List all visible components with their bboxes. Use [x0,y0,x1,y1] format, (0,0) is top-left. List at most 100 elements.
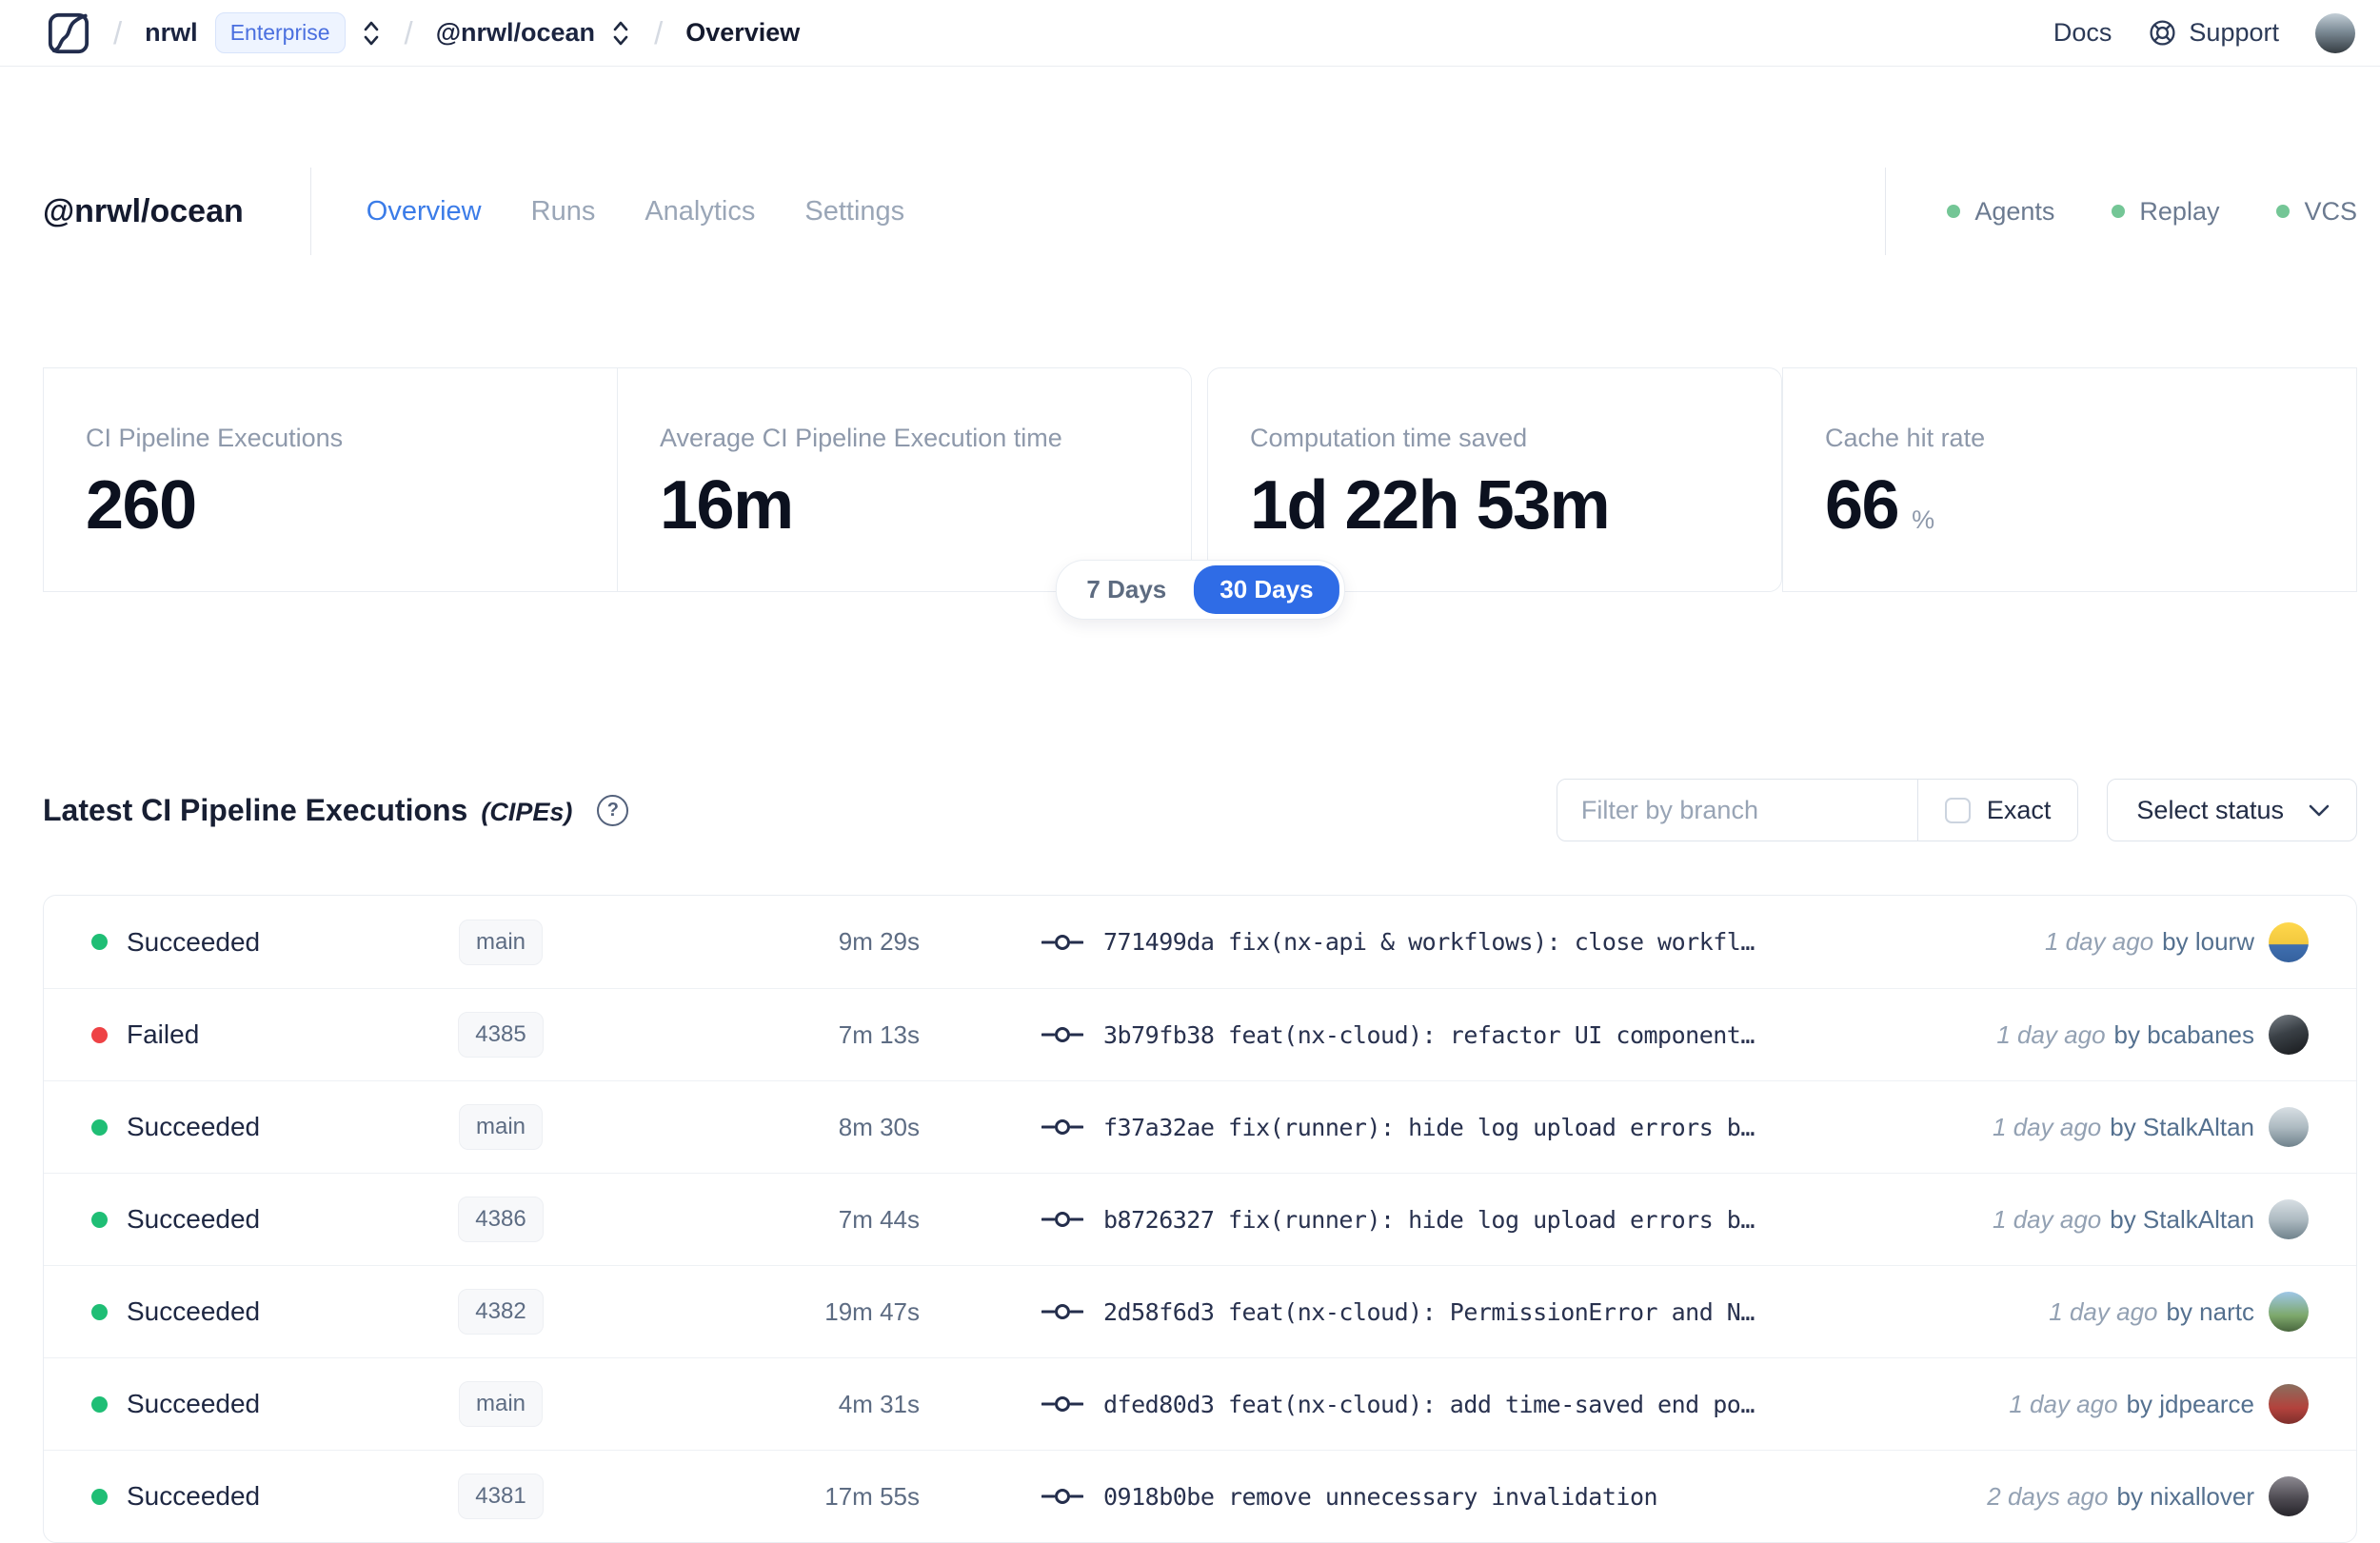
exact-label: Exact [1986,795,2052,824]
stats-section: CI Pipeline Executions 260 Average CI Pi… [43,367,2357,620]
git-commit-icon [1041,1023,1083,1046]
executions-title-abbr: (CIPEs) [481,797,573,826]
author-cell: 1 day ago by lourw [2045,921,2309,962]
user-avatar[interactable] [2315,12,2355,53]
divider [1885,168,1887,255]
breadcrumb-separator: / [113,14,123,50]
status-label: Succeeded [127,1112,261,1141]
workspace-switcher-icon[interactable] [610,18,631,49]
execution-status: Succeeded [91,1481,377,1512]
page-title: @nrwl/ocean [43,192,244,229]
execution-row[interactable]: Succeeded main 9m 29s 771499da fix(nx-ap… [44,896,2356,988]
duration: 4m 31s [838,1389,920,1418]
service-status-link[interactable]: Replay [2112,197,2219,227]
branch-badge: 4385 [458,1012,544,1058]
execution-row[interactable]: Failed 4385 7m 13s 3b79fb38 feat(nx-clou… [44,988,2356,1080]
git-commit-icon [1041,1116,1083,1138]
status-dot-icon [2276,205,2291,218]
author: by nartc [2166,1296,2255,1326]
execution-row[interactable]: Succeeded 4381 17m 55s 0918b0be remove u… [44,1450,2356,1542]
breadcrumb-page: Overview [685,18,801,47]
status-label: Succeeded [127,1204,261,1234]
workspace-tab[interactable]: Settings [804,196,904,227]
stat-suffix: % [1912,505,1935,534]
branch-cell: main [377,919,625,965]
branch-cell: main [377,1104,625,1150]
execution-status: Succeeded [91,927,377,958]
execution-status: Succeeded [91,1389,377,1419]
execution-row[interactable]: Succeeded main 4m 31s dfed80d3 feat(nx-c… [44,1357,2356,1450]
status-dot-icon [91,1395,108,1413]
commit-hash-message: b8726327 fix(runner): hide log upload er… [1103,1205,1755,1234]
service-status-link[interactable]: VCS [2276,197,2357,227]
support-link[interactable]: Support [2148,18,2279,48]
stat-card: Average CI Pipeline Execution time 16m [618,367,1192,592]
help-icon[interactable]: ? [597,794,629,826]
author-cell: 1 day ago by StalkAltan [1993,1107,2309,1147]
stat-value: 1d 22h 53m [1250,467,1611,544]
date-range-button[interactable]: 30 Days [1194,565,1339,614]
author-avatar [2269,1476,2309,1516]
branch-cell: main [377,1381,625,1427]
status-label: Failed [127,1019,200,1049]
time-ago: 1 day ago [2009,1389,2118,1418]
breadcrumb-org[interactable]: nrwl [145,18,198,48]
docs-link[interactable]: Docs [2053,18,2112,48]
execution-row[interactable]: Succeeded 4382 19m 47s 2d58f6d3 feat(nx-… [44,1265,2356,1357]
author-cell: 2 days ago by nixallover [1987,1476,2309,1516]
org-switcher-icon[interactable] [361,18,382,49]
commit-cell: b8726327 fix(runner): hide log upload er… [1041,1206,1970,1234]
service-status-link[interactable]: Agents [1947,197,2054,227]
branch-badge: main [458,919,544,965]
exact-match-toggle[interactable]: Exact [1918,796,2078,825]
execution-row[interactable]: Succeeded 4386 7m 44s b8726327 fix(runne… [44,1173,2356,1265]
commit-cell: 3b79fb38 feat(nx-cloud): refactor UI com… [1041,1021,1973,1049]
branch-badge: 4382 [458,1289,544,1335]
breadcrumb-workspace[interactable]: @nrwl/ocean [436,18,595,48]
status-dot-icon [91,1026,108,1043]
service-label: VCS [2304,196,2357,226]
workspace-tab[interactable]: Overview [367,196,482,227]
author: by nixallover [2116,1481,2254,1511]
status-select-label: Select status [2136,795,2284,824]
exact-checkbox[interactable] [1944,797,1971,823]
commit-hash-message: 0918b0be remove unnecessary invalidation [1103,1482,1658,1511]
time-ago: 1 day ago [1993,1112,2102,1141]
workspace-header: @nrwl/ocean Overview Runs Analytics Sett… [43,168,2357,255]
nav-actions: Docs Support [2053,12,2355,53]
author-cell: 1 day ago by jdpearce [2009,1384,2309,1424]
service-label: Agents [1974,196,2055,226]
author-avatar [2269,921,2309,962]
nx-cloud-logo-icon[interactable] [47,11,90,55]
branch-filter-input[interactable] [1557,780,1917,841]
author-cell: 1 day ago by bcabanes [1996,1015,2309,1055]
commit-cell: f37a32ae fix(runner): hide log upload er… [1041,1114,1970,1141]
stat-label: Cache hit rate [1825,424,1986,452]
author-cell: 1 day ago by StalkAltan [1993,1199,2309,1239]
date-range-button[interactable]: 7 Days [1061,565,1192,614]
stat-value: 260 [86,467,197,544]
workspace-tab[interactable]: Runs [531,196,596,227]
stat-label: Average CI Pipeline Execution time [660,424,1062,452]
status-label: Succeeded [127,1481,261,1511]
commit-cell: dfed80d3 feat(nx-cloud): add time-saved … [1041,1391,1986,1418]
stat-cards: CI Pipeline Executions 260 Average CI Pi… [43,367,2357,592]
workspace-tab[interactable]: Analytics [645,196,755,227]
git-commit-icon [1041,1208,1083,1231]
stat-label: Computation time saved [1250,424,1528,452]
org-plan-badge: Enterprise [214,12,346,53]
status-select-dropdown[interactable]: Select status [2107,779,2357,841]
stat-value: 16m [660,467,794,544]
execution-status: Succeeded [91,1112,377,1142]
execution-row[interactable]: Succeeded main 8m 30s f37a32ae fix(runne… [44,1080,2356,1173]
breadcrumb-separator: / [404,14,413,50]
execution-status: Failed [91,1019,377,1050]
support-label: Support [2189,18,2279,47]
time-ago: 1 day ago [2049,1296,2158,1326]
duration: 7m 44s [838,1204,920,1234]
executions-header: Latest CI Pipeline Executions (CIPEs) ? … [43,779,2357,841]
author: by StalkAltan [2110,1112,2254,1141]
duration: 17m 55s [824,1481,920,1511]
stat-value: 66% [1825,467,1935,544]
branch-cell: 4385 [377,1012,625,1058]
